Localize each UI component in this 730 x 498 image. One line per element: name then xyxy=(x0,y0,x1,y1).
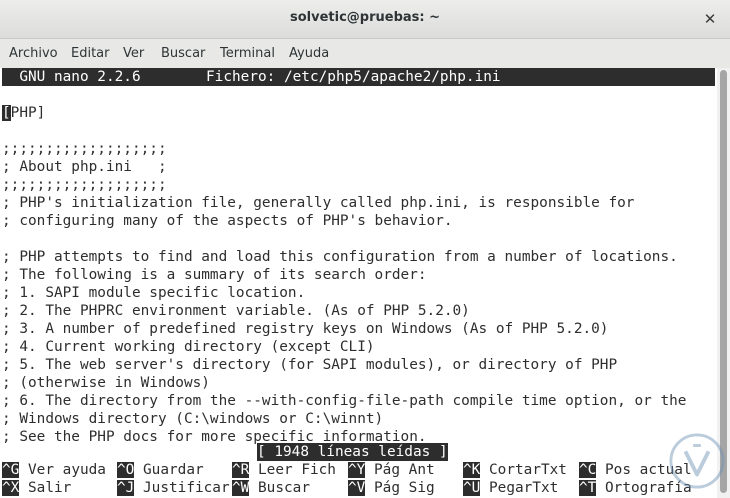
shortcut-key: ^Y xyxy=(348,462,366,478)
nano-file-label: Fichero: /etc/php5/apache2/php.ini xyxy=(206,69,501,85)
nano-header: GNU nano 2.2.6 Fichero: /etc/php5/apache2… xyxy=(2,68,715,86)
shortcut-key: ^K xyxy=(463,462,481,478)
shortcut-key: ^O xyxy=(117,462,135,478)
shortcut-label: Pág Sig xyxy=(374,480,435,496)
menu-ayuda[interactable]: Ayuda xyxy=(289,46,329,61)
shortcut-label: CortarTxt xyxy=(489,462,567,478)
shortcut-justify[interactable]: ^J Justificar xyxy=(117,479,230,497)
menu-bar: Archivo Editar Ver Buscar Terminal Ayuda xyxy=(0,39,730,67)
editor-line: ; 5. The web server's directory (for SAP… xyxy=(2,357,618,373)
status-message: [ 1948 líneas leídas ] xyxy=(257,443,448,461)
shortcut-key: ^C xyxy=(579,462,597,478)
shortcut-label: Salir xyxy=(28,480,72,496)
shortcut-label: Ver ayuda xyxy=(28,462,106,478)
shortcut-key: ^T xyxy=(579,480,597,496)
shortcut-help[interactable]: ^G Ver ayuda xyxy=(2,461,106,479)
menu-archivo[interactable]: Archivo xyxy=(9,46,58,61)
editor-line: ; About php.ini ; xyxy=(2,159,167,175)
editor-line: ; Windows directory (C:\windows or C:\wi… xyxy=(2,411,384,427)
menu-editar[interactable]: Editar xyxy=(71,46,110,61)
shortcut-key: ^R xyxy=(232,462,250,478)
editor-line: ;;;;;;;;;;;;;;;;;;; xyxy=(2,177,167,193)
shortcut-label: Buscar xyxy=(258,480,310,496)
shortcut-exit[interactable]: ^X Salir xyxy=(2,479,71,497)
shortcut-read-file[interactable]: ^R Leer Fich xyxy=(232,461,336,479)
shortcut-prev-page[interactable]: ^Y Pág Ant xyxy=(348,461,435,479)
editor-line: ; PHP's initialization file, generally c… xyxy=(2,195,635,211)
shortcut-label: PegarTxt xyxy=(489,480,559,496)
menu-buscar[interactable]: Buscar xyxy=(161,46,205,61)
nano-version: GNU nano 2.2.6 xyxy=(2,69,141,85)
close-button[interactable]: ✕ xyxy=(700,9,720,29)
shortcut-label: Leer Fich xyxy=(258,462,336,478)
editor-line: ; 4. Current working directory (except C… xyxy=(2,339,375,355)
text-cursor: [ xyxy=(2,105,11,121)
editor-line: ; The following is a summary of its sear… xyxy=(2,267,427,283)
shortcut-label: Pág Ant xyxy=(374,462,435,478)
editor-line: [PHP] xyxy=(2,105,46,121)
shortcut-uncut[interactable]: ^U PegarTxt xyxy=(463,479,558,497)
shortcut-label: Guardar xyxy=(143,462,204,478)
scrollbar-thumb[interactable] xyxy=(720,70,727,493)
menu-terminal[interactable]: Terminal xyxy=(220,46,275,61)
shortcut-save[interactable]: ^O Guardar xyxy=(117,461,204,479)
editor-line: ; configuring many of the aspects of PHP… xyxy=(2,213,453,229)
shortcut-cut[interactable]: ^K CortarTxt xyxy=(463,461,567,479)
shortcut-key: ^U xyxy=(463,480,481,496)
editor-line: ; 2. The PHPRC environment variable. (As… xyxy=(2,303,470,319)
menu-ver[interactable]: Ver xyxy=(123,46,144,61)
shortcut-key: ^V xyxy=(348,480,366,496)
editor-line: ; 6. The directory from the --with-confi… xyxy=(2,393,687,409)
editor-line: ; (otherwise in Windows) xyxy=(2,375,210,391)
title-bar: solvetic@pruebas: ~ ✕ xyxy=(0,0,730,39)
shortcut-key: ^W xyxy=(232,480,250,496)
window-title: solvetic@pruebas: ~ xyxy=(289,10,440,25)
editor-line: ; 1. SAPI module specific location. xyxy=(2,285,306,301)
editor-line: ; 3. A number of predefined registry key… xyxy=(2,321,609,337)
solvetic-logo-icon xyxy=(669,433,725,489)
shortcut-next-page[interactable]: ^V Pág Sig xyxy=(348,479,435,497)
shortcut-where-is[interactable]: ^W Buscar xyxy=(232,479,310,497)
editor-line: ;;;;;;;;;;;;;;;;;;; xyxy=(2,141,167,157)
shortcut-label: Justificar xyxy=(143,480,230,496)
shortcut-key: ^J xyxy=(117,480,135,496)
shortcut-key: ^G xyxy=(2,462,20,478)
shortcut-key: ^X xyxy=(2,480,20,496)
terminal-area[interactable]: GNU nano 2.2.6 Fichero: /etc/php5/apache2… xyxy=(0,68,717,498)
editor-line: ; PHP attempts to find and load this con… xyxy=(2,249,678,265)
